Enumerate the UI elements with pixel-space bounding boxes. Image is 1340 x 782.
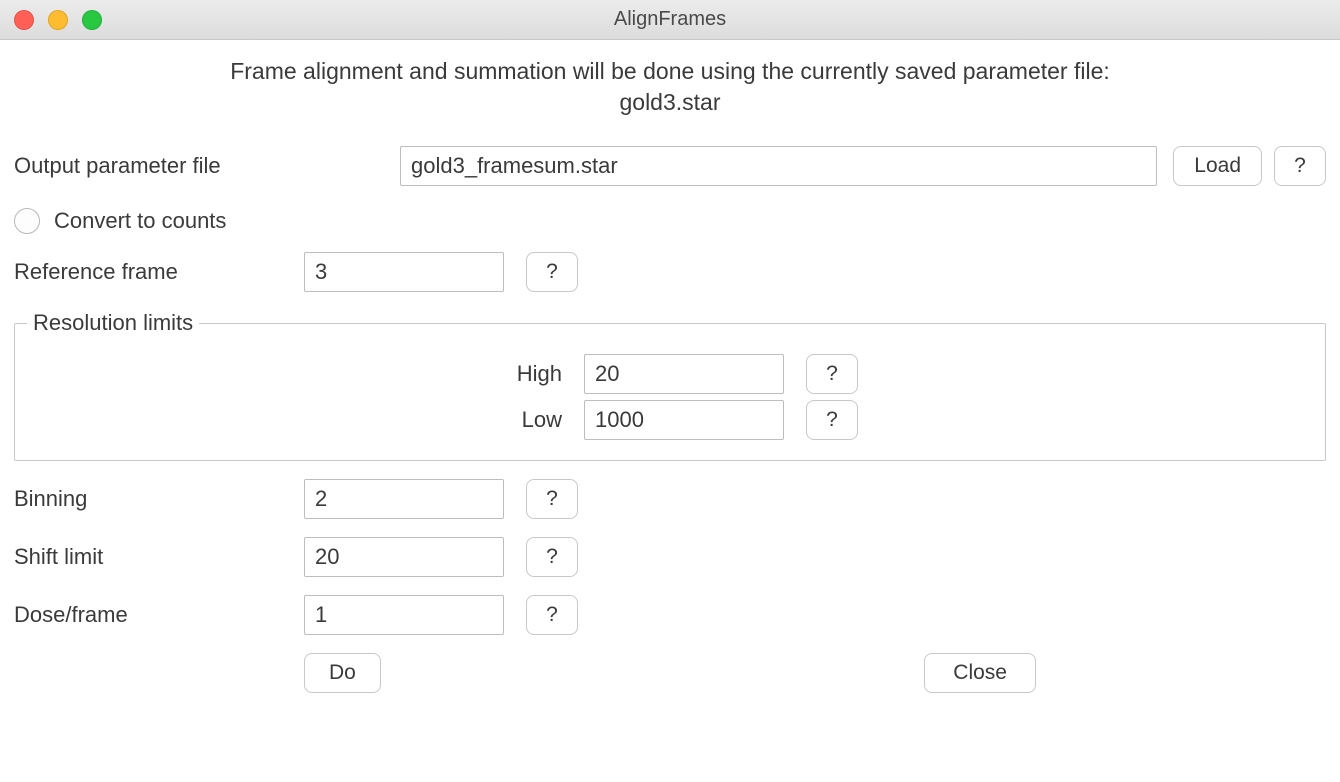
header-line2: gold3.star (619, 89, 720, 115)
dose-label: Dose/frame (14, 602, 304, 628)
binning-label: Binning (14, 486, 304, 512)
resolution-low-label: Low (482, 407, 562, 433)
output-label: Output parameter file (14, 153, 400, 179)
titlebar: AlignFrames (0, 0, 1340, 40)
shift-label: Shift limit (14, 544, 304, 570)
close-window-icon[interactable] (14, 10, 34, 30)
zoom-window-icon[interactable] (82, 10, 102, 30)
window-title: AlignFrames (614, 8, 726, 31)
do-button[interactable]: Do (304, 653, 381, 693)
output-file-input[interactable] (400, 146, 1157, 186)
reference-help-button[interactable]: ? (526, 252, 578, 292)
resolution-low-help-button[interactable]: ? (806, 400, 858, 440)
reference-label: Reference frame (14, 259, 304, 285)
close-button[interactable]: Close (924, 653, 1036, 693)
dose-frame-input[interactable] (304, 595, 504, 635)
convert-to-counts-radio[interactable] (14, 208, 40, 234)
output-help-button[interactable]: ? (1274, 146, 1326, 186)
convert-to-counts-label: Convert to counts (54, 208, 226, 234)
resolution-high-label: High (482, 361, 562, 387)
header-message: Frame alignment and summation will be do… (14, 56, 1326, 118)
resolution-legend: Resolution limits (27, 310, 199, 336)
binning-help-button[interactable]: ? (526, 479, 578, 519)
header-line1: Frame alignment and summation will be do… (230, 58, 1110, 84)
shift-help-button[interactable]: ? (526, 537, 578, 577)
resolution-high-help-button[interactable]: ? (806, 354, 858, 394)
resolution-high-input[interactable] (584, 354, 784, 394)
shift-limit-input[interactable] (304, 537, 504, 577)
reference-frame-input[interactable] (304, 252, 504, 292)
dose-help-button[interactable]: ? (526, 595, 578, 635)
load-button[interactable]: Load (1173, 146, 1262, 186)
minimize-window-icon[interactable] (48, 10, 68, 30)
resolution-limits-group: Resolution limits High ? Low ? (14, 310, 1326, 461)
window-controls (14, 10, 102, 30)
binning-input[interactable] (304, 479, 504, 519)
resolution-low-input[interactable] (584, 400, 784, 440)
